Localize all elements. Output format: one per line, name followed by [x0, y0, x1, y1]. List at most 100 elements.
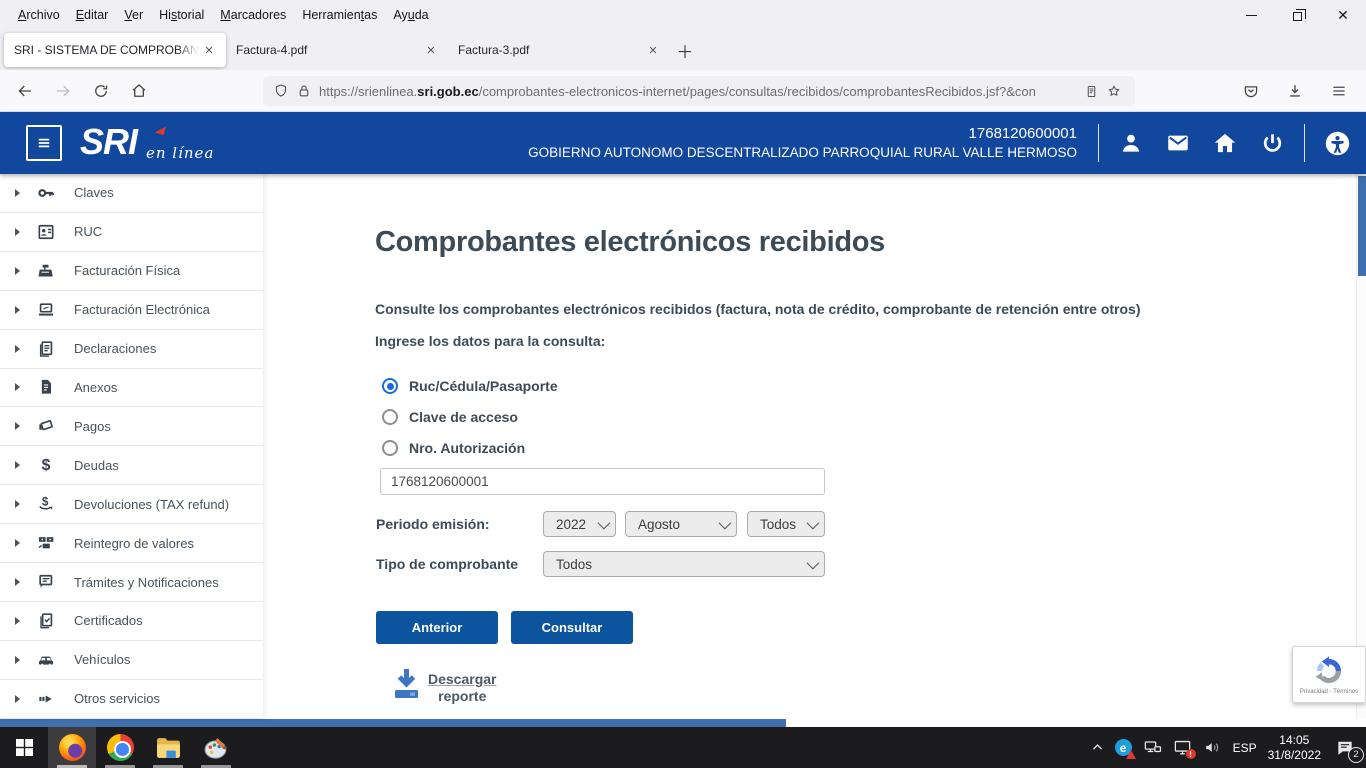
day-select[interactable]: Todos [747, 511, 825, 537]
horizontal-scrollbar-thumb[interactable] [0, 719, 786, 727]
menu-herramientas[interactable]: Herramientas [294, 4, 385, 26]
start-button[interactable] [0, 727, 48, 768]
taxpayer-info: 1768120600001 GOBIERNO AUTONOMO DESCENTR… [528, 124, 1077, 162]
recaptcha-badge[interactable]: Privacidad - Términos [1292, 646, 1366, 703]
language-indicator[interactable]: ESP [1233, 741, 1257, 755]
lock-icon[interactable] [296, 83, 312, 99]
menu-ayuda[interactable]: Ayuda [385, 4, 436, 26]
sidebar-item-anexos[interactable]: Anexos [0, 369, 263, 408]
sidebar-item-deudas[interactable]: $ Deudas [0, 446, 263, 485]
sri-logo[interactable]: SRI en línea [80, 118, 230, 170]
tab-sri[interactable]: SRI - SISTEMA DE COMPROBANTES ✕ [4, 33, 226, 67]
vertical-scrollbar[interactable] [1356, 174, 1366, 719]
radio-icon[interactable] [382, 378, 398, 394]
display-warning-icon[interactable]: ! [1173, 738, 1192, 757]
tab-factura-4[interactable]: Factura-4.pdf ✕ [226, 33, 448, 67]
close-tab-icon[interactable]: ✕ [199, 40, 219, 60]
eset-icon[interactable]: e [1115, 739, 1132, 756]
paint-palette-icon [203, 734, 230, 761]
id-input[interactable] [380, 468, 825, 495]
dollar-icon: $ [34, 454, 58, 476]
logout-button[interactable] [1257, 128, 1287, 158]
home-button-site[interactable] [1210, 128, 1240, 158]
address-bar[interactable]: https://srienlinea.sri.gob.ec/comprobant… [263, 76, 1135, 106]
anterior-button[interactable]: Anterior [376, 611, 498, 644]
caret-icon [15, 695, 20, 703]
reload-button[interactable] [84, 75, 118, 107]
page-title: Comprobantes electrónicos recibidos [375, 226, 885, 259]
cash-register-icon [34, 260, 58, 282]
chrome-icon [107, 734, 134, 761]
type-select[interactable]: Todos [543, 551, 825, 577]
tray-chevron-up-icon[interactable] [1091, 741, 1104, 754]
menu-editar[interactable]: Editar [68, 4, 117, 26]
taskbar-file-explorer[interactable] [144, 727, 192, 768]
tab-title: Factura-3.pdf [458, 43, 643, 57]
month-select[interactable]: Agosto [625, 511, 737, 537]
menu-historial[interactable]: Historial [151, 4, 212, 26]
download-report-link[interactable]: Descargar reporte [428, 671, 497, 705]
menu-marcadores[interactable]: Marcadores [212, 4, 294, 26]
sidebar-item-ruc[interactable]: RUC [0, 213, 263, 252]
tab-factura-3[interactable]: Factura-3.pdf ✕ [448, 33, 670, 67]
new-tab-button[interactable]: ＋ [670, 35, 700, 65]
taskbar-paint[interactable] [192, 727, 240, 768]
speaker-icon[interactable] [1203, 738, 1222, 757]
bookmark-star-icon[interactable] [1106, 83, 1122, 99]
certificate-icon [34, 610, 58, 632]
sidebar-item-certificados[interactable]: Certificados [0, 602, 263, 641]
sidebar-item-devoluciones[interactable]: $ Devoluciones (TAX refund) [0, 485, 263, 524]
close-tab-icon[interactable]: ✕ [643, 40, 663, 60]
restore-button[interactable] [1274, 0, 1320, 30]
radio-icon[interactable] [382, 440, 398, 456]
file-icon [34, 376, 58, 398]
vertical-scrollbar-thumb[interactable] [1358, 176, 1366, 276]
caret-icon [15, 345, 20, 353]
downloads-button[interactable] [1278, 75, 1312, 107]
home-button[interactable] [122, 75, 156, 107]
period-label: Periodo emisión: [376, 516, 490, 532]
close-tab-icon[interactable]: ✕ [421, 40, 441, 60]
radio-ruc-cedula-pasaporte[interactable]: Ruc/Cédula/Pasaporte [382, 377, 558, 395]
year-select[interactable]: 2022 [543, 511, 616, 537]
pocket-button[interactable] [1234, 75, 1268, 107]
menu-archivo[interactable]: Archivo [10, 4, 68, 26]
horizontal-scrollbar[interactable] [0, 719, 1366, 727]
minimize-button[interactable] [1228, 0, 1274, 30]
sidebar-item-facturacion-fisica[interactable]: Facturación Física [0, 252, 263, 291]
close-button[interactable]: ✕ [1320, 0, 1366, 30]
consultar-button[interactable]: Consultar [511, 611, 633, 644]
shield-icon[interactable] [273, 83, 289, 99]
app-menu-button[interactable] [1322, 75, 1356, 107]
radio-clave-acceso[interactable]: Clave de acceso [382, 408, 518, 426]
dollar-refund-icon: $ [34, 493, 58, 515]
sidebar-toggle-button[interactable] [26, 125, 62, 161]
radio-nro-autorizacion[interactable]: Nro. Autorización [382, 439, 525, 457]
sidebar-item-pagos[interactable]: Pagos [0, 407, 263, 446]
messages-button[interactable] [1163, 128, 1193, 158]
clock[interactable]: 14:05 31/8/2022 [1268, 733, 1321, 763]
caret-icon [15, 267, 20, 275]
taskbar-firefox[interactable] [48, 727, 96, 768]
menu-ver[interactable]: Ver [116, 4, 151, 26]
radio-icon[interactable] [382, 409, 398, 425]
back-button[interactable] [8, 75, 42, 107]
sidebar-item-tramites[interactable]: Trámites y Notificaciones [0, 563, 263, 602]
profile-button[interactable] [1116, 128, 1146, 158]
sidebar-item-vehiculos[interactable]: Vehículos [0, 641, 263, 680]
sidebar-item-facturacion-electronica[interactable]: Facturación Electrónica [0, 291, 263, 330]
network-icon[interactable] [1143, 738, 1162, 757]
download-report-icon[interactable] [393, 668, 420, 699]
reader-view-icon[interactable] [1084, 84, 1099, 99]
tab-bar: SRI - SISTEMA DE COMPROBANTES ✕ Factura-… [0, 30, 1366, 70]
sidebar-item-declaraciones[interactable]: Declaraciones [0, 330, 263, 369]
action-center-button[interactable]: 2 [1332, 735, 1358, 761]
forward-button[interactable] [46, 75, 80, 107]
sidebar-item-reintegro[interactable]: Reintegro de valores [0, 524, 263, 563]
taskbar-chrome[interactable] [96, 727, 144, 768]
sidebar-item-otros-servicios[interactable]: Otros servicios [0, 680, 263, 719]
sidebar-item-claves[interactable]: Claves [0, 174, 263, 213]
accessibility-button[interactable] [1322, 128, 1352, 158]
close-icon: ✕ [1337, 8, 1349, 22]
main-panel: Comprobantes electrónicos recibidos Cons… [263, 174, 1356, 719]
